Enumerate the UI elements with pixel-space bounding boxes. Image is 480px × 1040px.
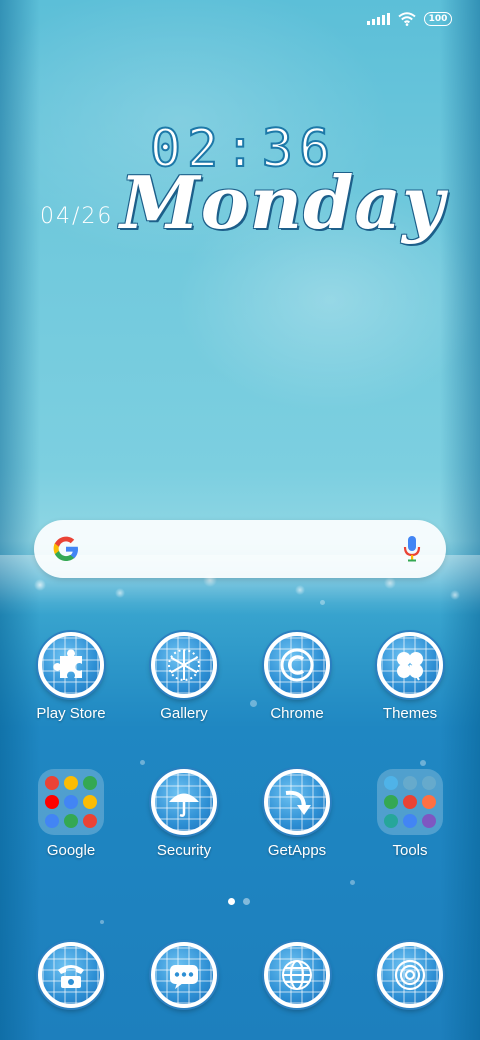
copyright-icon (280, 648, 314, 682)
app-gallery[interactable]: Gallery (129, 632, 239, 722)
dock-camera[interactable] (355, 942, 465, 1008)
arrow-curve-icon (285, 790, 311, 815)
google-logo-icon (53, 536, 78, 561)
app-label: Security (156, 842, 212, 859)
umbrella-icon (169, 793, 199, 817)
wifi-icon (398, 12, 416, 26)
dock-phone[interactable] (16, 942, 126, 1008)
app-label: Chrome (270, 705, 324, 722)
puzzle-icon (53, 649, 82, 678)
folder-google[interactable]: Google (16, 769, 126, 859)
folder-icon (377, 769, 443, 835)
snowflake-icon (168, 649, 200, 681)
microphone-icon[interactable] (402, 535, 422, 563)
folder-tools[interactable]: Tools (355, 769, 465, 859)
app-label: Tools (392, 842, 428, 859)
page-indicator (228, 898, 250, 905)
google-search-bar[interactable] (34, 520, 446, 578)
clock-day: Monday (120, 160, 445, 245)
phone-icon (58, 965, 84, 988)
camera-lens-icon (394, 959, 426, 991)
signal-icon (367, 13, 390, 25)
message-icon (170, 965, 198, 989)
app-label: GetApps (267, 842, 327, 859)
app-getapps[interactable]: GetApps (242, 769, 352, 859)
app-security[interactable]: Security (129, 769, 239, 859)
app-chrome[interactable]: Chrome (242, 632, 352, 722)
app-label: Gallery (160, 705, 208, 722)
battery-icon: 100 (424, 12, 452, 26)
app-label: Google (46, 842, 96, 859)
app-play-store[interactable]: Play Store (16, 632, 126, 722)
dock-messages[interactable] (129, 942, 239, 1008)
app-label: Play Store (36, 705, 106, 722)
globe-icon (282, 960, 312, 990)
battery-level: 100 (428, 14, 448, 24)
status-bar: 100 (367, 12, 452, 26)
page-dot-active[interactable] (228, 898, 235, 905)
app-label: Themes (382, 705, 438, 722)
clover-icon (397, 652, 423, 681)
clock-date: 04/26 (40, 204, 114, 229)
app-themes[interactable]: Themes (355, 632, 465, 722)
page-dot[interactable] (243, 898, 250, 905)
dock-browser[interactable] (242, 942, 352, 1008)
folder-icon (38, 769, 104, 835)
